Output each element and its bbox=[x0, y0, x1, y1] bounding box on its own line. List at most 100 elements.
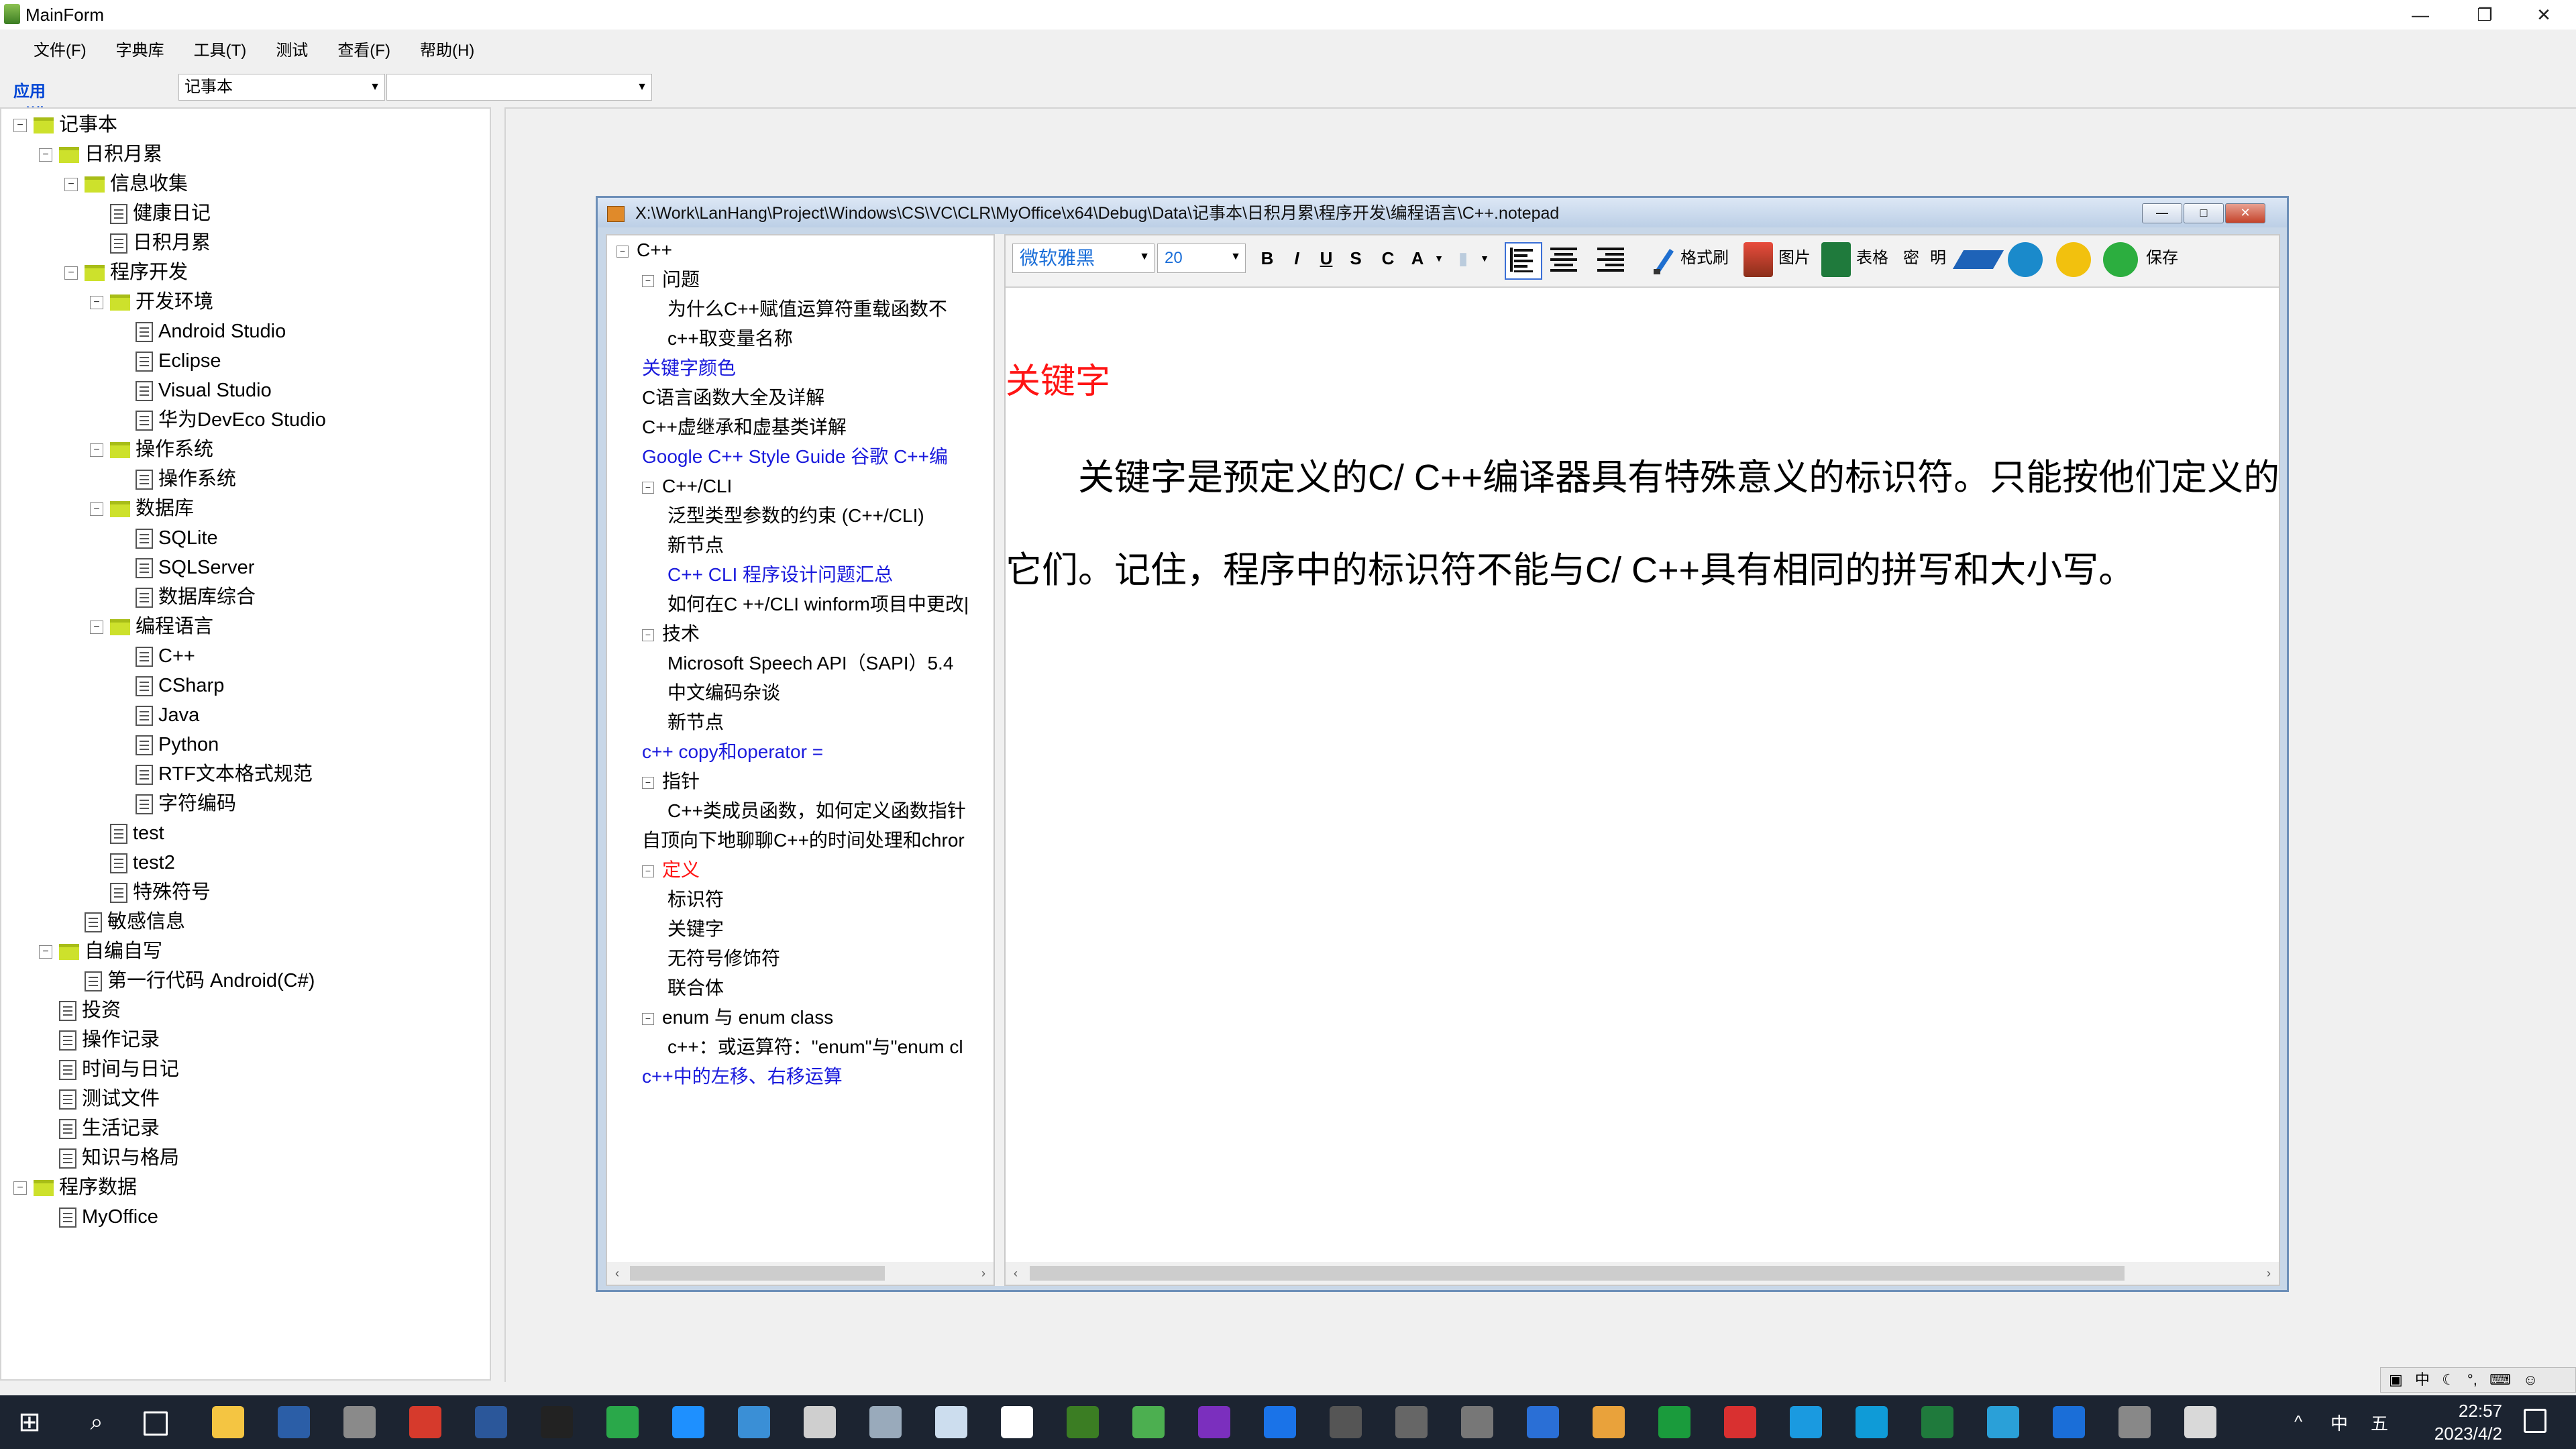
tree-item[interactable]: − 记事本 bbox=[13, 110, 117, 140]
expand-toggle-icon[interactable]: − bbox=[13, 119, 27, 133]
font-color-button[interactable]: A bbox=[1404, 244, 1431, 273]
scroll-right-icon[interactable]: › bbox=[973, 1262, 994, 1285]
menu-help[interactable]: 帮助(H) bbox=[405, 36, 489, 66]
scroll-thumb[interactable] bbox=[1030, 1266, 2125, 1281]
minimize-button[interactable]: — bbox=[2388, 0, 2453, 30]
app-icon[interactable] bbox=[1658, 1406, 1690, 1438]
tree-item[interactable]: MyOffice bbox=[39, 1202, 158, 1232]
menu-view[interactable]: 查看(F) bbox=[323, 36, 405, 66]
scroll-right-icon[interactable]: › bbox=[2259, 1262, 2279, 1285]
eraser-icon[interactable] bbox=[1952, 250, 2004, 269]
tree-item[interactable]: Visual Studio bbox=[115, 376, 272, 405]
app-icon[interactable] bbox=[1264, 1406, 1296, 1438]
word-icon[interactable] bbox=[475, 1406, 507, 1438]
app-icon[interactable] bbox=[1856, 1406, 1888, 1438]
outline-item[interactable]: Google C++ Style Guide 谷歌 C++编 bbox=[642, 442, 948, 472]
tree-item[interactable]: − 数据库 bbox=[90, 494, 194, 523]
tree-item[interactable]: RTF文本格式规范 bbox=[115, 759, 313, 789]
strikethrough-button[interactable]: S bbox=[1342, 244, 1369, 273]
tree-item[interactable]: test bbox=[90, 818, 164, 848]
expand-toggle-icon[interactable]: − bbox=[39, 945, 52, 959]
outline-item[interactable]: − 定义 bbox=[642, 855, 700, 885]
bold-button[interactable]: B bbox=[1254, 244, 1281, 273]
notepad-icon[interactable] bbox=[935, 1406, 967, 1438]
italic-button[interactable]: I bbox=[1283, 244, 1310, 273]
tree-item[interactable]: 生活记录 bbox=[39, 1114, 160, 1143]
tree-item[interactable]: test2 bbox=[90, 848, 175, 877]
outline-item[interactable]: 标识符 bbox=[667, 885, 724, 914]
app-icon[interactable] bbox=[1593, 1406, 1625, 1438]
tree-item[interactable]: SQLite bbox=[115, 523, 218, 553]
tree-item[interactable]: 敏感信息 bbox=[64, 907, 185, 936]
vs-code-icon[interactable] bbox=[278, 1406, 310, 1438]
outline-item[interactable]: 泛型类型参数的约束 (C++/CLI) bbox=[667, 501, 924, 531]
module-type-select[interactable]: 记事本 ▼ bbox=[178, 74, 385, 101]
outline-item[interactable]: C++ CLI 程序设计问题汇总 bbox=[667, 560, 893, 590]
app-icon[interactable] bbox=[804, 1406, 836, 1438]
outline-item[interactable]: − C++ bbox=[616, 235, 672, 265]
table-label[interactable]: 表格 bbox=[1856, 244, 1888, 273]
translate-icon[interactable] bbox=[1987, 1406, 2019, 1438]
tree-item[interactable]: Python bbox=[115, 730, 219, 759]
scroll-left-icon[interactable]: ‹ bbox=[1006, 1262, 1026, 1285]
outline-item[interactable]: 新节点 bbox=[667, 708, 724, 737]
moon-icon[interactable]: ☾ bbox=[2442, 1371, 2455, 1388]
edge-icon[interactable] bbox=[672, 1406, 704, 1438]
tree-item[interactable]: Android Studio bbox=[115, 317, 286, 346]
tree-item[interactable]: − 开发环境 bbox=[90, 287, 213, 317]
app-icon[interactable] bbox=[1790, 1406, 1822, 1438]
visual-studio-icon[interactable] bbox=[1198, 1406, 1230, 1438]
align-center-icon[interactable] bbox=[1546, 242, 1581, 277]
tree-item[interactable]: Java bbox=[115, 700, 199, 730]
punctuation-icon[interactable]: °, bbox=[2467, 1371, 2477, 1388]
app-icon[interactable] bbox=[1001, 1406, 1033, 1438]
outline-item[interactable]: − 问题 bbox=[642, 265, 700, 294]
outline-item[interactable]: 联合体 bbox=[667, 973, 724, 1003]
outline-item[interactable]: 关键字 bbox=[667, 914, 724, 944]
edge-dev-icon[interactable] bbox=[738, 1406, 770, 1438]
tree-item[interactable]: − 程序开发 bbox=[64, 258, 188, 287]
user-icon[interactable]: ☺ bbox=[2523, 1371, 2538, 1388]
file-explorer-icon[interactable] bbox=[212, 1406, 244, 1438]
tree-item[interactable]: Eclipse bbox=[115, 346, 221, 376]
expand-toggle-icon[interactable]: − bbox=[642, 776, 654, 789]
tree-item[interactable]: − 操作系统 bbox=[90, 435, 213, 464]
clock[interactable]: 22:57 2023/4/2 bbox=[2434, 1399, 2502, 1445]
outline-item[interactable]: 关键字颜色 bbox=[642, 354, 736, 383]
restore-button[interactable]: ❐ bbox=[2453, 0, 2517, 30]
ime-icon[interactable]: ▣ bbox=[2389, 1371, 2403, 1388]
scroll-left-icon[interactable]: ‹ bbox=[607, 1262, 627, 1285]
tree-item[interactable]: − 自编自写 bbox=[39, 936, 162, 966]
underline-button[interactable]: U bbox=[1313, 244, 1340, 273]
tree-item[interactable]: − 编程语言 bbox=[90, 612, 213, 641]
child-maximize-button[interactable]: □ bbox=[2184, 203, 2224, 223]
expand-toggle-icon[interactable]: − bbox=[90, 443, 103, 458]
notification-icon[interactable] bbox=[2524, 1409, 2546, 1433]
notebook-tree[interactable]: − 记事本 − 日积月累 − 信息收集 健康日记 日积月累 − 程序开发 − 开发环境 Android … bbox=[0, 107, 491, 1381]
highlight-icon[interactable]: ▮ bbox=[1450, 244, 1477, 273]
expand-toggle-icon[interactable]: − bbox=[642, 865, 654, 877]
image-label[interactable]: 图片 bbox=[1778, 244, 1811, 273]
notepad-title-bar[interactable]: X:\Work\LanHang\Project\Windows\CS\VC\CL… bbox=[598, 198, 2287, 227]
expand-toggle-icon[interactable]: − bbox=[64, 178, 78, 192]
outline-item[interactable]: 无符号修饰符 bbox=[667, 944, 780, 973]
format-brush-label[interactable]: 格式刷 bbox=[1680, 244, 1729, 273]
scroll-thumb[interactable] bbox=[630, 1266, 885, 1281]
terminal-icon[interactable] bbox=[541, 1406, 573, 1438]
close-button[interactable]: ✕ bbox=[2512, 0, 2576, 30]
outline-item[interactable]: c++中的左移、右移运算 bbox=[642, 1062, 843, 1091]
tree-item[interactable]: 第一行代码 Android(C#) bbox=[64, 966, 315, 996]
child-minimize-button[interactable]: — bbox=[2142, 203, 2182, 223]
menu-test[interactable]: 测试 bbox=[261, 36, 323, 66]
menu-dictionary[interactable]: 字典库 bbox=[101, 36, 179, 66]
expand-toggle-icon[interactable]: − bbox=[90, 621, 103, 635]
tree-item[interactable]: 日积月累 bbox=[90, 228, 211, 258]
color-c-button[interactable]: C bbox=[1375, 244, 1401, 273]
font-size-select[interactable]: 20 ▼ bbox=[1157, 244, 1246, 273]
tree-item[interactable]: 字符编码 bbox=[115, 789, 236, 818]
document-content[interactable]: 关键字 关键字是预定义的C/ C++编译器具有特殊意义的标识符。只能按他们定义的… bbox=[1006, 286, 2277, 1259]
app-icon[interactable] bbox=[2118, 1406, 2151, 1438]
font-select[interactable]: 微软雅黑 ▼ bbox=[1012, 244, 1155, 273]
expand-toggle-icon[interactable]: − bbox=[90, 502, 103, 517]
ime-mode[interactable]: 中 bbox=[2415, 1371, 2430, 1388]
